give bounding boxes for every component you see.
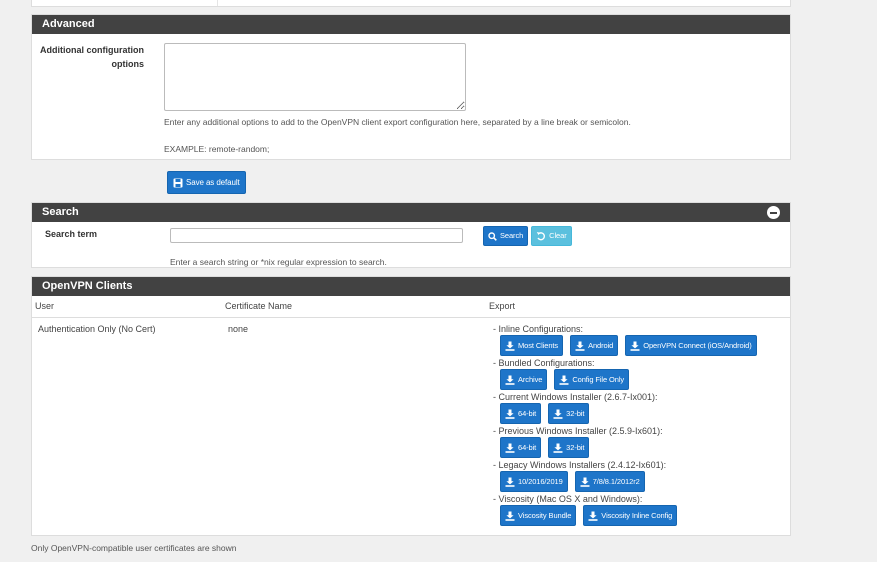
- export-group-inline: - Inline Configurations: Most Clients An…: [492, 324, 757, 356]
- export-button-label: 32-bit: [566, 442, 585, 452]
- export-button-label: 32-bit: [566, 408, 585, 418]
- clear-button-label: Clear: [549, 231, 567, 241]
- export-previous-windows-32bit-button[interactable]: 32-bit: [548, 437, 590, 458]
- column-export: Export: [489, 301, 516, 311]
- search-button[interactable]: Search: [483, 226, 529, 246]
- export-group-legacy-windows: - Legacy Windows Installers (2.4.12-Ix60…: [492, 460, 757, 492]
- additional-config-label: Additional configuration options: [32, 43, 144, 71]
- export-group-bundled: - Bundled Configurations: Archive Config…: [492, 358, 757, 390]
- download-icon: [553, 443, 563, 453]
- search-panel: Search Search term Search Clear Enter a …: [31, 202, 791, 268]
- export-button-label: 64-bit: [518, 408, 537, 418]
- clear-button[interactable]: Clear: [531, 226, 572, 246]
- export-group-current-windows: - Current Windows Installer (2.6.7-Ix001…: [492, 392, 757, 424]
- openvpn-clients-heading: OpenVPN Clients: [32, 277, 790, 296]
- export-legacy-windows-10-button[interactable]: 10/2016/2019: [500, 471, 568, 492]
- search-button-label: Search: [500, 231, 524, 241]
- export-button-label: Most Clients: [518, 340, 559, 350]
- export-button-label: 64-bit: [518, 442, 537, 452]
- download-icon: [505, 409, 515, 419]
- download-icon: [505, 511, 515, 521]
- openvpn-clients-panel: OpenVPN Clients User Certificate Name Ex…: [31, 276, 791, 536]
- export-group-previous-windows: - Previous Windows Installer (2.5.9-Ix60…: [492, 426, 757, 458]
- download-icon: [505, 375, 515, 385]
- column-certificate-name: Certificate Name: [225, 301, 293, 311]
- export-previous-windows-64bit-button[interactable]: 64-bit: [500, 437, 542, 458]
- export-group-label: - Current Windows Installer (2.6.7-Ix001…: [493, 392, 658, 402]
- search-icon: [488, 231, 497, 241]
- export-inline-most-clients-button[interactable]: Most Clients: [500, 335, 564, 356]
- export-viscosity-inline-config-button[interactable]: Viscosity Inline Config: [583, 505, 678, 526]
- export-button-label: 7/8/8.1/2012r2: [592, 476, 640, 486]
- export-inline-openvpn-connect-button[interactable]: OpenVPN Connect (iOS/Android): [625, 335, 757, 356]
- export-button-label: Android: [588, 340, 614, 350]
- export-group-label: - Inline Configurations:: [493, 324, 584, 334]
- export-current-windows-32bit-button[interactable]: 32-bit: [548, 403, 590, 424]
- export-viscosity-bundle-button[interactable]: Viscosity Bundle: [500, 505, 577, 526]
- export-group-label: - Bundled Configurations:: [493, 358, 595, 368]
- export-button-label: OpenVPN Connect (iOS/Android): [643, 340, 752, 350]
- download-icon: [505, 341, 515, 351]
- previous-panel-divider: [217, 0, 218, 6]
- previous-panel-stub: [31, 0, 791, 7]
- search-heading: Search: [32, 203, 790, 222]
- export-bundled-archive-button[interactable]: Archive: [500, 369, 548, 390]
- export-legacy-windows-7-button[interactable]: 7/8/8.1/2012r2: [574, 471, 645, 492]
- column-user: User: [35, 301, 55, 311]
- save-as-default-label: Save as default: [186, 177, 240, 187]
- undo-icon: [536, 232, 546, 241]
- export-button-label: Viscosity Bundle: [518, 510, 572, 520]
- download-icon: [505, 477, 515, 487]
- download-icon: [553, 409, 563, 419]
- search-term-label: Search term: [45, 229, 98, 239]
- export-button-label: Config File Only: [572, 374, 625, 384]
- additional-config-help: Enter any additional options to add to t…: [164, 117, 631, 127]
- additional-config-example: EXAMPLE: remote-random;: [164, 144, 270, 154]
- collapse-icon[interactable]: [767, 206, 780, 219]
- additional-config-label-line1: Additional configuration: [40, 45, 144, 55]
- download-icon: [588, 511, 598, 521]
- export-group-label: - Previous Windows Installer (2.5.9-Ix60…: [493, 426, 663, 436]
- advanced-heading: Advanced: [32, 15, 790, 34]
- advanced-panel: Advanced Additional configuration option…: [31, 14, 791, 160]
- row-certificate: none: [228, 324, 249, 334]
- search-help: Enter a search string or *nix regular ex…: [170, 257, 387, 267]
- save-icon: [173, 178, 183, 187]
- export-current-windows-64bit-button[interactable]: 64-bit: [500, 403, 542, 424]
- export-button-label: Viscosity Inline Config: [601, 510, 673, 520]
- search-input[interactable]: [170, 228, 463, 243]
- download-icon: [580, 477, 590, 487]
- export-group-viscosity: - Viscosity (Mac OS X and Windows): Visc…: [492, 494, 757, 526]
- download-icon: [505, 443, 515, 453]
- export-bundled-config-file-only-button[interactable]: Config File Only: [554, 369, 630, 390]
- additional-config-label-line2: options: [111, 59, 145, 69]
- download-icon: [559, 375, 569, 385]
- save-as-default-button[interactable]: Save as default: [167, 171, 246, 194]
- export-inline-android-button[interactable]: Android: [570, 335, 619, 356]
- export-group-label: - Legacy Windows Installers (2.4.12-Ix60…: [493, 460, 667, 470]
- row-user: Authentication Only (No Cert): [38, 324, 156, 334]
- search-heading-title: Search: [42, 206, 79, 218]
- export-button-label: Archive: [518, 374, 543, 384]
- certificates-footnote: Only OpenVPN-compatible user certificate…: [31, 543, 237, 553]
- export-group-label: - Viscosity (Mac OS X and Windows):: [493, 494, 643, 504]
- export-list: - Inline Configurations: Most Clients An…: [492, 324, 757, 528]
- clients-table-header: User Certificate Name Export: [32, 296, 790, 318]
- download-icon: [630, 341, 640, 351]
- additional-config-textarea[interactable]: [164, 43, 466, 111]
- export-button-label: 10/2016/2019: [518, 476, 563, 486]
- download-icon: [575, 341, 585, 351]
